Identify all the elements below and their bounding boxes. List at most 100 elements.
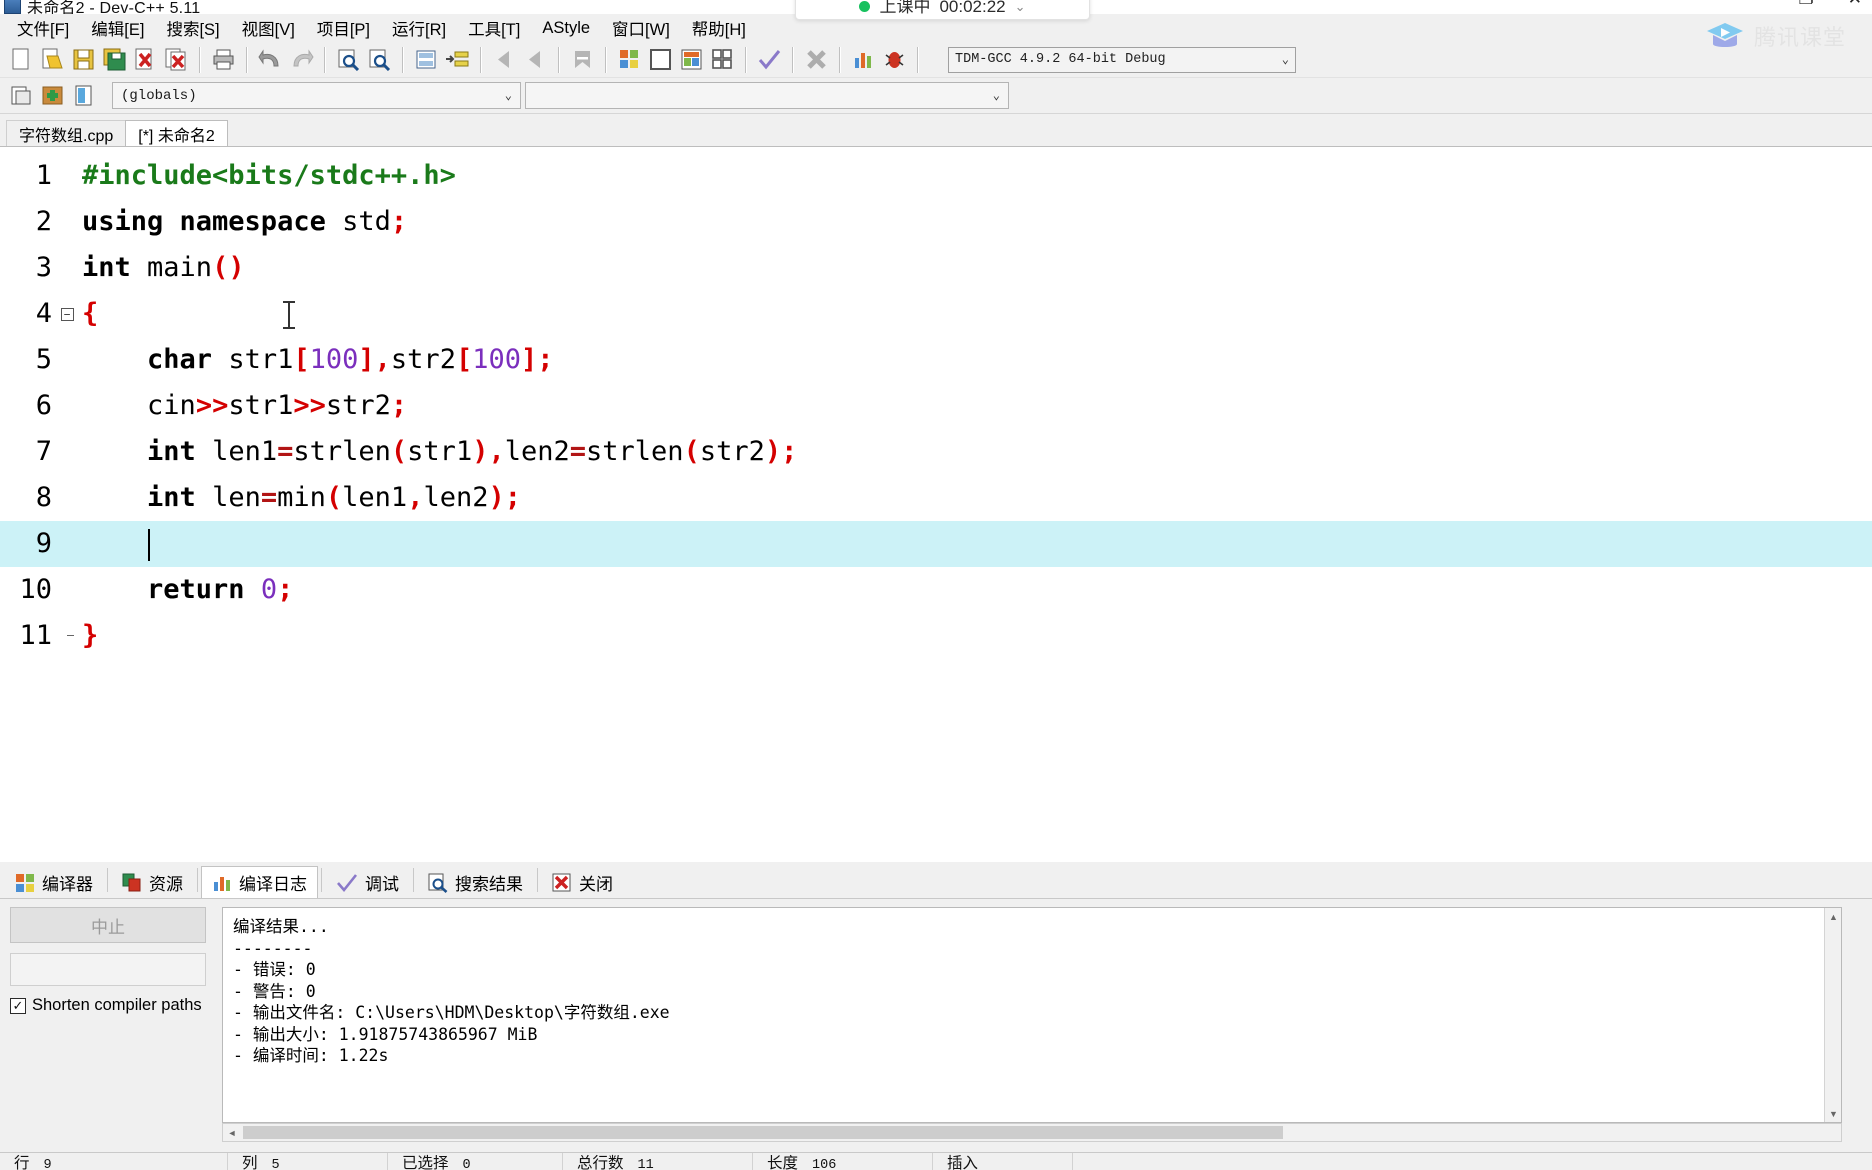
panel-tab-compile-log[interactable]: 编译日志 (201, 866, 318, 898)
undo-button[interactable] (257, 46, 284, 73)
code-line[interactable]: 5 char str1[100],str2[100]; (0, 337, 1872, 383)
chevron-down-icon[interactable]: ⌄ (1015, 0, 1026, 15)
debug-bug-button[interactable] (881, 46, 908, 73)
menu-project[interactable]: 项目[P] (306, 13, 381, 43)
menu-window[interactable]: 窗口[W] (601, 13, 681, 43)
code-line[interactable]: 2 using namespace std; (0, 199, 1872, 245)
color-layout-button[interactable] (678, 46, 705, 73)
status-total-lines-value: 11 (637, 1157, 654, 1170)
code-line[interactable]: 11 } (0, 613, 1872, 659)
find-next-button[interactable] (366, 46, 393, 73)
panel-tab-compiler[interactable]: 编译器 (4, 866, 104, 898)
menu-astyle[interactable]: AStyle (531, 16, 601, 41)
code-line[interactable]: 10 return 0; (0, 567, 1872, 613)
shorten-compiler-paths-row[interactable]: ✓ Shorten compiler paths (10, 996, 206, 1015)
status-length-value: 106 (812, 1157, 837, 1170)
restore-window-button[interactable]: ❐ (1799, 0, 1814, 7)
save-file-button[interactable] (70, 46, 97, 73)
status-insert-mode-label: 插入 (947, 1154, 979, 1170)
code-line-current[interactable]: 9 (0, 521, 1872, 567)
redo-button[interactable] (288, 46, 315, 73)
log-horizontal-scrollbar[interactable]: ◄ (222, 1123, 1842, 1142)
editor-tab-untitled2[interactable]: [*] 未命名2 (125, 120, 228, 146)
fold-toggle[interactable]: − (56, 307, 78, 321)
status-length: 长度 106 (753, 1153, 933, 1170)
status-row-value: 9 (43, 1157, 52, 1170)
log-vertical-scrollbar[interactable]: ▲ ▼ (1824, 908, 1841, 1122)
status-col-value: 5 (271, 1157, 280, 1170)
editor-tab-bar: 字符数组.cpp [*] 未命名2 (0, 118, 1872, 146)
stop-execution-button[interactable] (803, 46, 830, 73)
member-select[interactable]: ⌄ (525, 82, 1009, 109)
code-line[interactable]: 4 − { (0, 291, 1872, 337)
text-caret (148, 528, 151, 561)
log-icon (212, 873, 232, 893)
close-all-button[interactable] (163, 46, 190, 73)
panel-tab-label: 关闭 (579, 875, 613, 894)
code-editor[interactable]: 1 #include<bits/stdc++.h> 2 using namesp… (0, 146, 1872, 862)
menu-help[interactable]: 帮助[H] (681, 13, 757, 43)
scroll-left-icon[interactable]: ◄ (223, 1124, 241, 1141)
panel-tab-resource[interactable]: 资源 (111, 866, 194, 898)
panel-tab-close[interactable]: 关闭 (541, 866, 624, 898)
menu-tools[interactable]: 工具[T] (457, 13, 531, 43)
new-file-button[interactable] (8, 46, 35, 73)
save-all-button[interactable] (101, 46, 128, 73)
menu-view[interactable]: 视图[V] (231, 13, 306, 43)
scroll-down-icon[interactable]: ▼ (1825, 1105, 1841, 1122)
back-button[interactable] (491, 46, 518, 73)
line-number: 6 (35, 390, 52, 421)
menu-search[interactable]: 搜索[S] (155, 13, 230, 43)
panel-tab-search-results[interactable]: 搜索结果 (417, 866, 534, 898)
panel-tab-debug[interactable]: 调试 (325, 866, 410, 898)
line-number: 9 (35, 528, 52, 559)
code-text: } (82, 620, 99, 651)
compiler-select[interactable]: TDM-GCC 4.9.2 64-bit Debug ⌄ (948, 46, 1296, 73)
close-file-button[interactable] (132, 46, 159, 73)
bottom-panel-tabs: 编译器 资源 编译日志 调试 搜索结果 关闭 (0, 862, 1872, 898)
scope-select[interactable]: (globals) ⌄ (112, 82, 521, 109)
replace-button[interactable] (444, 46, 471, 73)
line-number: 10 (19, 574, 52, 605)
code-line[interactable]: 6 cin>>str1>>str2; (0, 383, 1872, 429)
profile-analysis-button[interactable] (850, 46, 877, 73)
open-file-button[interactable] (39, 46, 66, 73)
abort-button[interactable]: 中止 (10, 907, 206, 943)
code-line[interactable]: 7 int len1=strlen(str1),len2=strlen(str2… (0, 429, 1872, 475)
remove-from-project-icon[interactable] (70, 82, 97, 109)
close-window-button[interactable]: ✕ (1848, 0, 1862, 7)
compile-log-output[interactable]: 编译结果... -------- - 错误: 0 - 警告: 0 - 输出文件名… (222, 907, 1842, 1123)
shorten-compiler-paths-checkbox[interactable]: ✓ (10, 997, 26, 1014)
goto-line-button[interactable] (413, 46, 440, 73)
menu-edit[interactable]: 编辑[E] (80, 13, 155, 43)
window-layout-button[interactable] (647, 46, 674, 73)
forward-button[interactable] (522, 46, 549, 73)
add-to-project-icon[interactable] (39, 82, 66, 109)
toggle-bookmark-button[interactable] (569, 46, 596, 73)
line-number: 5 (35, 344, 52, 375)
find-button[interactable] (335, 46, 362, 73)
editor-tab-char-array[interactable]: 字符数组.cpp (6, 120, 127, 146)
line-number: 4 (35, 298, 52, 329)
code-line[interactable]: 1 #include<bits/stdc++.h> (0, 153, 1872, 199)
live-status-dot-icon (859, 1, 871, 12)
shorten-compiler-paths-label: Shorten compiler paths (32, 996, 202, 1014)
new-project-icon[interactable] (8, 82, 35, 109)
code-area[interactable]: 1 #include<bits/stdc++.h> 2 using namesp… (0, 147, 1872, 659)
print-button[interactable] (210, 46, 237, 73)
live-class-widget[interactable]: 上课中 00:02:22 ⌄ (795, 0, 1090, 20)
code-line[interactable]: 3 int main() (0, 245, 1872, 291)
scroll-up-icon[interactable]: ▲ (1825, 908, 1841, 925)
tile-layout-button[interactable] (709, 46, 736, 73)
project-manager-button[interactable] (616, 46, 643, 73)
code-line[interactable]: 8 int len=min(len1,len2); (0, 475, 1872, 521)
status-row-label: 行 (14, 1154, 30, 1170)
compile-run-check-button[interactable] (756, 46, 783, 73)
line-number: 1 (35, 160, 52, 191)
menu-run[interactable]: 运行[R] (381, 13, 457, 43)
scroll-thumb[interactable] (243, 1126, 1283, 1139)
status-selected-value: 0 (462, 1157, 471, 1170)
menu-file[interactable]: 文件[F] (6, 13, 80, 43)
panel-tab-separator (321, 868, 322, 892)
live-class-timer: 00:02:22 (939, 0, 1006, 16)
